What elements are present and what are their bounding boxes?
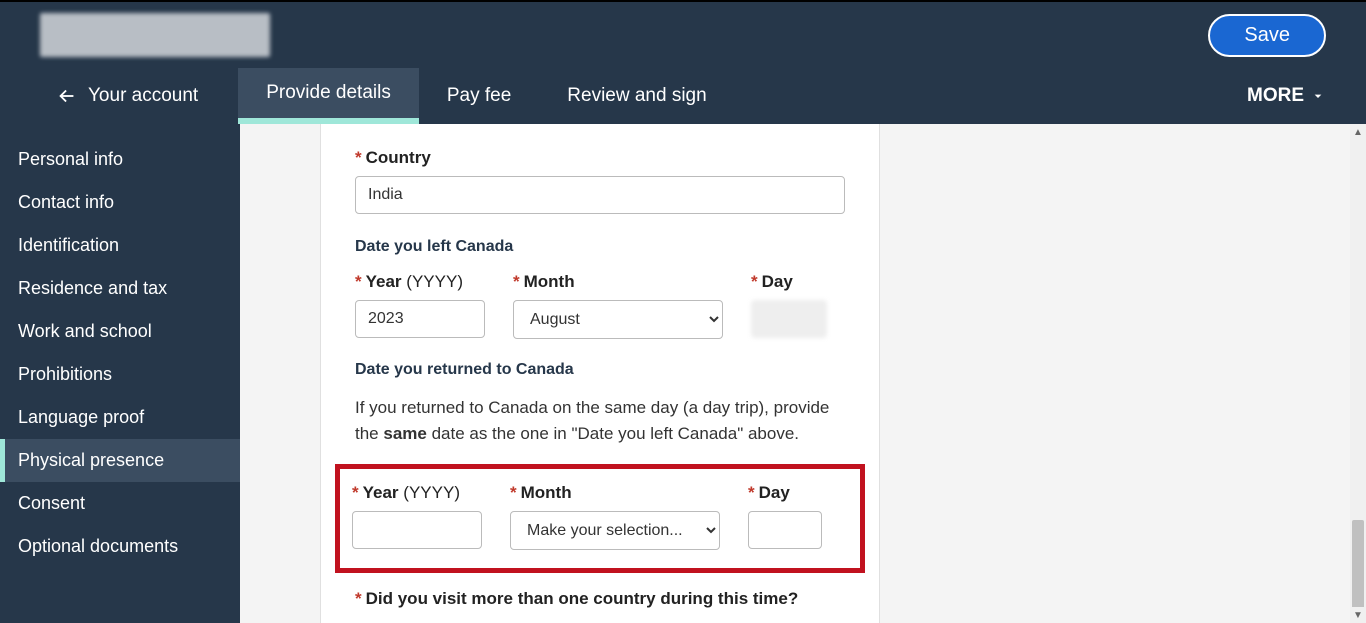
left-year-input[interactable] bbox=[355, 300, 485, 338]
sidebar-item-physical-presence[interactable]: Physical presence bbox=[0, 439, 240, 482]
content-area: *Country Date you left Canada *Year (YYY… bbox=[240, 124, 1366, 623]
required-mark: * bbox=[355, 272, 362, 291]
sidebar-item-label: Language proof bbox=[18, 407, 144, 427]
sidebar-item-prohibitions[interactable]: Prohibitions bbox=[0, 353, 240, 396]
sidebar-item-residence-and-tax[interactable]: Residence and tax bbox=[0, 267, 240, 310]
year-label: *Year (YYYY) bbox=[355, 272, 485, 292]
top-bar: Save bbox=[0, 0, 1366, 68]
left-day-input[interactable] bbox=[751, 300, 827, 338]
tab-label: Pay fee bbox=[447, 85, 511, 107]
tab-pay-fee[interactable]: Pay fee bbox=[419, 68, 539, 124]
required-mark: * bbox=[355, 148, 362, 167]
day-label: *Day bbox=[751, 272, 827, 292]
multi-country-label: *Did you visit more than one country dur… bbox=[355, 589, 845, 609]
date-left-heading: Date you left Canada bbox=[355, 238, 845, 256]
day-trip-helper: If you returned to Canada on the same da… bbox=[355, 395, 845, 446]
sidebar-item-label: Residence and tax bbox=[18, 278, 167, 298]
arrow-left-icon bbox=[56, 85, 78, 107]
return-day-input[interactable] bbox=[748, 511, 822, 549]
sidebar-item-personal-info[interactable]: Personal info bbox=[0, 138, 240, 181]
nav-row: Your account Provide details Pay fee Rev… bbox=[0, 68, 1366, 124]
scroll-up-icon[interactable]: ▲ bbox=[1350, 124, 1366, 140]
date-returned-row: *Year (YYYY) *Month Make your selection.… bbox=[352, 483, 848, 550]
left-month-select[interactable]: August bbox=[513, 300, 723, 339]
return-year-input[interactable] bbox=[352, 511, 482, 549]
month-label: *Month bbox=[513, 272, 723, 292]
more-menu[interactable]: MORE bbox=[1247, 68, 1326, 124]
back-label: Your account bbox=[88, 85, 198, 107]
sidebar-item-work-and-school[interactable]: Work and school bbox=[0, 310, 240, 353]
back-to-account-link[interactable]: Your account bbox=[56, 68, 198, 124]
date-left-row: *Year (YYYY) *Month August *Day bbox=[355, 272, 845, 339]
sidebar-item-label: Consent bbox=[18, 493, 85, 513]
tab-review-and-sign[interactable]: Review and sign bbox=[539, 68, 734, 124]
logo bbox=[40, 13, 270, 57]
month-label: *Month bbox=[510, 483, 720, 503]
scrollbar[interactable]: ▲ ▼ bbox=[1350, 124, 1366, 623]
required-mark: * bbox=[510, 483, 517, 502]
return-month-select[interactable]: Make your selection... bbox=[510, 511, 720, 550]
tab-label: Provide details bbox=[266, 82, 391, 104]
scroll-down-icon[interactable]: ▼ bbox=[1350, 607, 1366, 623]
sidebar-item-label: Work and school bbox=[18, 321, 152, 341]
sidebar-item-label: Physical presence bbox=[18, 450, 164, 470]
sidebar-item-label: Contact info bbox=[18, 192, 114, 212]
sidebar-item-label: Identification bbox=[18, 235, 119, 255]
chevron-down-icon bbox=[1310, 88, 1326, 104]
country-label: *Country bbox=[355, 148, 845, 168]
sidebar-item-label: Prohibitions bbox=[18, 364, 112, 384]
tab-provide-details[interactable]: Provide details bbox=[238, 68, 419, 124]
required-mark: * bbox=[748, 483, 755, 502]
form-card: *Country Date you left Canada *Year (YYY… bbox=[320, 124, 880, 623]
date-returned-heading: Date you returned to Canada bbox=[355, 361, 845, 379]
save-button[interactable]: Save bbox=[1208, 14, 1326, 57]
sidebar-item-consent[interactable]: Consent bbox=[0, 482, 240, 525]
more-label: MORE bbox=[1247, 85, 1304, 107]
required-mark: * bbox=[352, 483, 359, 502]
day-label: *Day bbox=[748, 483, 824, 503]
sidebar-item-contact-info[interactable]: Contact info bbox=[0, 181, 240, 224]
required-mark: * bbox=[513, 272, 520, 291]
required-mark: * bbox=[355, 589, 362, 608]
sidebar-item-identification[interactable]: Identification bbox=[0, 224, 240, 267]
tab-label: Review and sign bbox=[567, 85, 706, 107]
year-label: *Year (YYYY) bbox=[352, 483, 482, 503]
sidebar-item-label: Personal info bbox=[18, 149, 123, 169]
sidebar-item-optional-documents[interactable]: Optional documents bbox=[0, 525, 240, 568]
country-input[interactable] bbox=[355, 176, 845, 214]
sidebar-item-label: Optional documents bbox=[18, 536, 178, 556]
sidebar-item-language-proof[interactable]: Language proof bbox=[0, 396, 240, 439]
sidebar: Personal info Contact info Identificatio… bbox=[0, 124, 240, 623]
highlight-box: *Year (YYYY) *Month Make your selection.… bbox=[335, 464, 865, 573]
required-mark: * bbox=[751, 272, 758, 291]
